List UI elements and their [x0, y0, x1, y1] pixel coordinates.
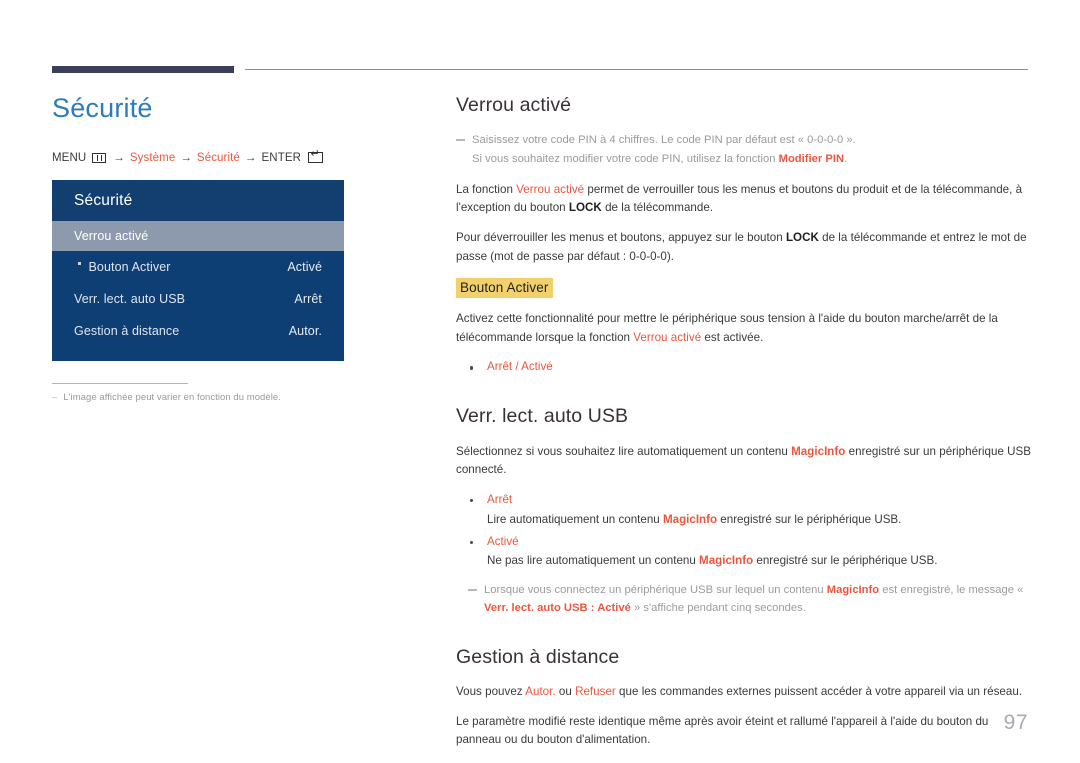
osd-row-value: Arrêt [294, 291, 322, 306]
s3p1-e: que les commandes externes puissent accé… [615, 684, 1023, 698]
bullet-list-bouton-activer: Arrêt / Activé [456, 358, 1032, 377]
option-active-description: Ne pas lire automatiquement un contenu M… [487, 552, 1032, 571]
right-column: Verrou activé Saisissez votre code PIN à… [456, 94, 1032, 763]
footnote-text: L'image affichée peut varier en fonction… [63, 391, 281, 403]
breadcrumb-arrow-3: → [244, 151, 257, 164]
p1-e: de la télécommande. [601, 201, 714, 215]
sub-item-dot-icon [78, 262, 81, 265]
list-item: Arrêt Lire automatiquement un contenu Ma… [468, 491, 1032, 530]
s2n-message: Verr. lect. auto USB : Activé [484, 602, 631, 615]
breadcrumb-item-systeme[interactable]: Système [130, 152, 175, 164]
left-column: Sécurité MENU → Système → Sécurité → ENT… [52, 93, 412, 403]
s3p1-c: ou [555, 684, 576, 698]
s2o2-magicinfo: MagicInfo [699, 554, 754, 568]
osd-row-label: Gestion à distance [74, 323, 180, 338]
breadcrumb-menu-label: MENU [52, 151, 87, 164]
breadcrumb-item-securite[interactable]: Sécurité [197, 152, 240, 164]
header-rule-accent [52, 66, 234, 73]
footnote-dash: – [52, 391, 58, 403]
breadcrumb-enter-label: ENTER [261, 151, 302, 164]
breadcrumb: MENU → Système → Sécurité → ENTER [52, 149, 412, 164]
p2-lock: LOCK [785, 231, 819, 245]
page-number: 97 [1003, 711, 1028, 734]
s3p1-a: Vous pouvez [456, 684, 526, 698]
manual-page: Sécurité MENU → Système → Sécurité → ENT… [0, 0, 1080, 763]
option-arret-active: Arrêt / Activé [487, 360, 553, 374]
option-active: Activé [487, 534, 519, 548]
paragraph-verrou-active-2: Pour déverrouiller les menus et boutons,… [456, 229, 1032, 267]
note-pin-line2c: . [844, 152, 848, 165]
osd-row-bouton-activer[interactable]: Bouton Activer Activé [52, 251, 344, 283]
s2p1-a: Sélectionnez si vous souhaitez lire auto… [456, 444, 792, 458]
osd-row-label-wrap: Bouton Activer [74, 260, 171, 274]
paragraph-gestion-1: Vous pouvez Autor. ou Refuser que les co… [456, 683, 1032, 702]
s2n-c: est enregistré, le message « [879, 584, 1024, 597]
osd-row-gestion-a-distance[interactable]: Gestion à distance Autor. [52, 315, 344, 347]
option-arret: Arrêt [487, 493, 513, 507]
note-pin-modifier-pin: Modifier PIN [778, 152, 845, 165]
s2o1-magicinfo: MagicInfo [662, 512, 718, 526]
left-footnote: – L'image affichée peut varier en foncti… [52, 392, 412, 403]
note-usb: Lorsque vous connectez un périphérique U… [456, 581, 1032, 617]
p3-c: est activée. [701, 330, 764, 344]
menu-grid-icon [92, 152, 107, 163]
s2n-magicinfo: MagicInfo [826, 584, 880, 597]
note-pin: Saisissez votre code PIN à 4 chiffres. L… [456, 131, 1032, 167]
breadcrumb-arrow-1: → [113, 151, 125, 164]
note-dash-icon [456, 139, 465, 141]
list-item: Activé Ne pas lire automatiquement un co… [468, 533, 1032, 572]
s2o2-a: Ne pas lire automatiquement un contenu [487, 554, 700, 568]
subsection-heading-bouton-activer: Bouton Activer [456, 277, 554, 298]
s2o1-a: Lire automatiquement un contenu [487, 512, 663, 526]
s3p1-autor: Autor. [525, 684, 556, 698]
note-dash-icon [468, 589, 477, 591]
osd-row-value: Autor. [288, 323, 322, 338]
section-heading-gestion-a-distance: Gestion à distance [456, 645, 620, 668]
s2p1-magicinfo: MagicInfo [791, 444, 846, 458]
osd-row-value: Activé [287, 259, 322, 274]
note-pin-line1: Saisissez votre code PIN à 4 chiffres. L… [472, 134, 856, 147]
s2n-e: » s'affiche pendant cinq secondes. [630, 602, 806, 615]
note-pin-text: Saisissez votre code PIN à 4 chiffres. L… [472, 131, 856, 167]
paragraph-gestion-2: Le paramètre modifié reste identique mêm… [456, 714, 989, 747]
note-pin-line2a: Si vous souhaitez modifier votre code PI… [472, 152, 779, 165]
left-note-divider [52, 382, 188, 384]
paragraph-bouton-activer: Activez cette fonctionnalité pour mettre… [456, 310, 1032, 348]
p2-a: Pour déverrouiller les menus et boutons,… [456, 231, 786, 245]
section-heading-verrou-active: Verrou activé [456, 94, 572, 116]
s2o2-c: enregistré sur le périphérique USB. [753, 554, 938, 568]
s2o1-c: enregistré sur le périphérique USB. [717, 512, 902, 526]
p1-lock: LOCK [568, 201, 602, 215]
osd-row-verr-lect-auto-usb[interactable]: Verr. lect. auto USB Arrêt [52, 283, 344, 315]
list-item: Arrêt / Activé [468, 358, 1032, 377]
osd-row-label: Verr. lect. auto USB [74, 291, 186, 306]
paragraph-usb-1: Sélectionnez si vous souhaitez lire auto… [456, 443, 1032, 481]
s3p1-refuser: Refuser [575, 684, 616, 698]
header-rule-thin [245, 69, 1028, 70]
page-title: Sécurité [52, 93, 153, 123]
enter-return-icon [308, 149, 324, 164]
p3-verrou-active: Verrou activé [633, 330, 702, 344]
section-heading-verr-lect-auto-usb: Verr. lect. auto USB [456, 405, 629, 428]
paragraph-verrou-active-1: La fonction Verrou activé permet de verr… [456, 181, 1032, 219]
option-arret-description: Lire automatiquement un contenu MagicInf… [487, 511, 1032, 530]
osd-row-verrou-active[interactable]: Verrou activé [52, 220, 344, 251]
osd-header-title: Sécurité [52, 179, 344, 221]
p1-verrou-active: Verrou activé [516, 182, 585, 196]
note-usb-text: Lorsque vous connectez un périphérique U… [484, 581, 1032, 617]
osd-menu-panel: Sécurité Verrou activé Bouton Activer Ac… [52, 179, 344, 361]
osd-row-label: Bouton Activer [88, 259, 171, 274]
bullet-list-usb-options: Arrêt Lire automatiquement un contenu Ma… [456, 491, 1032, 571]
breadcrumb-arrow-2: → [180, 151, 192, 164]
p1-a: La fonction [456, 182, 517, 196]
s2n-a: Lorsque vous connectez un périphérique U… [484, 584, 827, 597]
